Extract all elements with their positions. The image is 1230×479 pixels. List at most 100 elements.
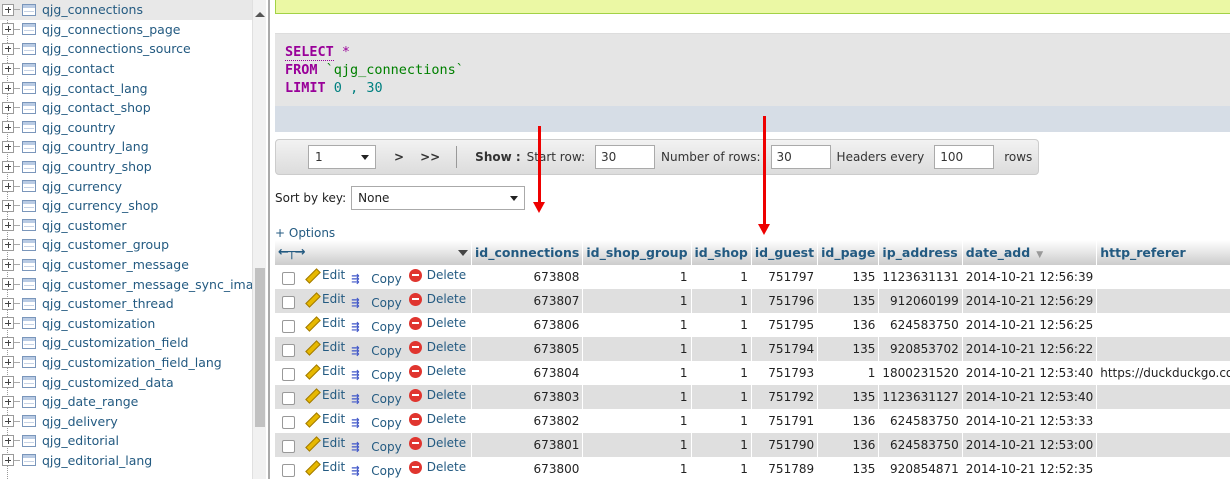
expand-plus-icon[interactable]: [2, 415, 14, 428]
expand-plus-icon[interactable]: [2, 434, 14, 447]
delete-link[interactable]: Delete: [408, 340, 466, 354]
cell-id-shop[interactable]: 1: [691, 409, 752, 433]
table-icon[interactable]: [22, 160, 36, 173]
cell-id-shop[interactable]: 1: [691, 289, 752, 313]
cell-id-shop[interactable]: 1: [691, 337, 752, 361]
sidebar-table-name[interactable]: qjg_contact_shop: [42, 100, 151, 115]
edit-link[interactable]: Edit: [305, 268, 345, 282]
table-icon[interactable]: [22, 415, 36, 428]
cell-id-shop-group[interactable]: 1: [582, 265, 692, 289]
scrollbar-thumb[interactable]: [255, 268, 265, 427]
cell-http-referer[interactable]: [1096, 289, 1230, 313]
sidebar-table-item[interactable]: qjg_connections_source: [0, 39, 252, 59]
delete-link[interactable]: Delete: [408, 388, 466, 402]
expand-plus-icon[interactable]: [2, 121, 14, 134]
start-row-input[interactable]: 30: [595, 145, 656, 169]
cell-id-shop[interactable]: 1: [691, 265, 752, 289]
sql-select-keyword[interactable]: SELECT: [285, 44, 334, 61]
sidebar-table-item[interactable]: qjg_country: [0, 118, 252, 138]
sidebar-table-item[interactable]: qjg_customization: [0, 314, 252, 334]
expand-plus-icon[interactable]: [2, 317, 14, 330]
cell-id-connections[interactable]: 673800: [471, 457, 584, 479]
cell-ip-address[interactable]: 912060199: [878, 289, 963, 313]
sidebar-table-name[interactable]: qjg_delivery: [42, 414, 118, 429]
expand-plus-icon[interactable]: [2, 3, 14, 16]
cell-date-add[interactable]: 2014-10-21 12:53:33: [962, 409, 1098, 433]
copy-link[interactable]: ⇶ Copy: [351, 392, 401, 406]
expand-plus-icon[interactable]: [2, 219, 14, 232]
sidebar-table-item[interactable]: qjg_contact_lang: [0, 78, 252, 98]
sidebar-table-name[interactable]: qjg_country: [42, 120, 115, 135]
cell-id-connections[interactable]: 673808: [471, 265, 584, 289]
cell-ip-address[interactable]: 624583750: [878, 433, 963, 457]
cell-date-add[interactable]: 2014-10-21 12:56:22: [962, 337, 1098, 361]
copy-link[interactable]: ⇶ Copy: [351, 440, 401, 454]
cell-ip-address[interactable]: 624583750: [878, 313, 963, 337]
cell-id-shop-group[interactable]: 1: [582, 457, 692, 479]
expand-plus-icon[interactable]: [2, 297, 14, 310]
delete-link[interactable]: Delete: [408, 316, 466, 330]
cell-date-add[interactable]: 2014-10-21 12:52:35: [962, 457, 1098, 479]
cell-id-page[interactable]: 136: [817, 409, 880, 433]
sidebar-table-name[interactable]: qjg_customized_data: [42, 375, 174, 390]
sidebar-table-name[interactable]: qjg_contact_lang: [42, 81, 148, 96]
sidebar-table-item[interactable]: qjg_customized_data: [0, 372, 252, 392]
cell-id-shop-group[interactable]: 1: [582, 433, 692, 457]
copy-link[interactable]: ⇶ Copy: [351, 416, 401, 430]
cell-ip-address[interactable]: 624583750: [878, 409, 963, 433]
expand-plus-icon[interactable]: [2, 160, 14, 173]
cell-http-referer[interactable]: [1096, 265, 1230, 289]
table-icon[interactable]: [22, 297, 36, 310]
cell-id-shop[interactable]: 1: [691, 457, 752, 479]
cell-id-shop[interactable]: 1: [691, 313, 752, 337]
sidebar-table-item[interactable]: qjg_contact: [0, 59, 252, 79]
table-icon[interactable]: [22, 258, 36, 271]
cell-http-referer[interactable]: [1096, 337, 1230, 361]
sidebar-table-name[interactable]: qjg_connections_source: [42, 41, 191, 56]
cell-id-guest[interactable]: 751790: [751, 433, 819, 457]
table-icon[interactable]: [22, 121, 36, 134]
row-checkbox[interactable]: [282, 439, 295, 453]
expand-plus-icon[interactable]: [2, 356, 14, 369]
column-header-date-add[interactable]: date_add ▼: [962, 240, 1098, 265]
cell-date-add[interactable]: 2014-10-21 12:53:00: [962, 433, 1098, 457]
cell-id-guest[interactable]: 751797: [751, 265, 819, 289]
next-page-button[interactable]: >: [394, 150, 404, 164]
table-icon[interactable]: [22, 180, 36, 193]
cell-id-shop[interactable]: 1: [691, 433, 752, 457]
table-icon[interactable]: [22, 101, 36, 114]
expand-plus-icon[interactable]: [2, 238, 14, 251]
sidebar-table-item[interactable]: qjg_customer_thread: [0, 294, 252, 314]
sidebar-table-item[interactable]: qjg_customer: [0, 216, 252, 236]
cell-id-shop-group[interactable]: 1: [582, 337, 692, 361]
column-width-arrows-icon[interactable]: ←┬→: [278, 245, 306, 260]
expand-plus-icon[interactable]: [2, 62, 14, 75]
edit-link[interactable]: Edit: [305, 412, 345, 426]
cell-id-connections[interactable]: 673802: [471, 409, 584, 433]
table-icon[interactable]: [22, 3, 36, 16]
row-checkbox[interactable]: [282, 271, 295, 285]
column-header-id-guest[interactable]: id_guest: [751, 240, 819, 265]
copy-link[interactable]: ⇶ Copy: [351, 368, 401, 382]
sidebar-table-item[interactable]: qjg_editorial: [0, 431, 252, 451]
cell-id-page[interactable]: 135: [817, 337, 880, 361]
edit-link[interactable]: Edit: [305, 292, 345, 306]
row-checkbox[interactable]: [282, 391, 295, 405]
cell-http-referer[interactable]: [1096, 457, 1230, 479]
sidebar-table-item[interactable]: qjg_connections: [0, 0, 252, 20]
delete-link[interactable]: Delete: [408, 412, 466, 426]
cell-id-guest[interactable]: 751789: [751, 457, 819, 479]
expand-plus-icon[interactable]: [2, 395, 14, 408]
sidebar-table-name[interactable]: qjg_customization_field: [42, 335, 188, 350]
table-icon[interactable]: [22, 356, 36, 369]
last-page-button[interactable]: >>: [420, 150, 440, 164]
copy-link[interactable]: ⇶ Copy: [351, 272, 401, 286]
expand-plus-icon[interactable]: [2, 101, 14, 114]
sidebar-table-item[interactable]: qjg_connections_page: [0, 20, 252, 40]
options-link[interactable]: + Options: [275, 226, 335, 240]
sidebar-scrollbar[interactable]: [252, 0, 266, 479]
table-icon[interactable]: [22, 219, 36, 232]
sidebar-table-name[interactable]: qjg_contact: [42, 61, 114, 76]
cell-http-referer[interactable]: [1096, 433, 1230, 457]
sidebar-table-item[interactable]: qjg_country_shop: [0, 157, 252, 177]
